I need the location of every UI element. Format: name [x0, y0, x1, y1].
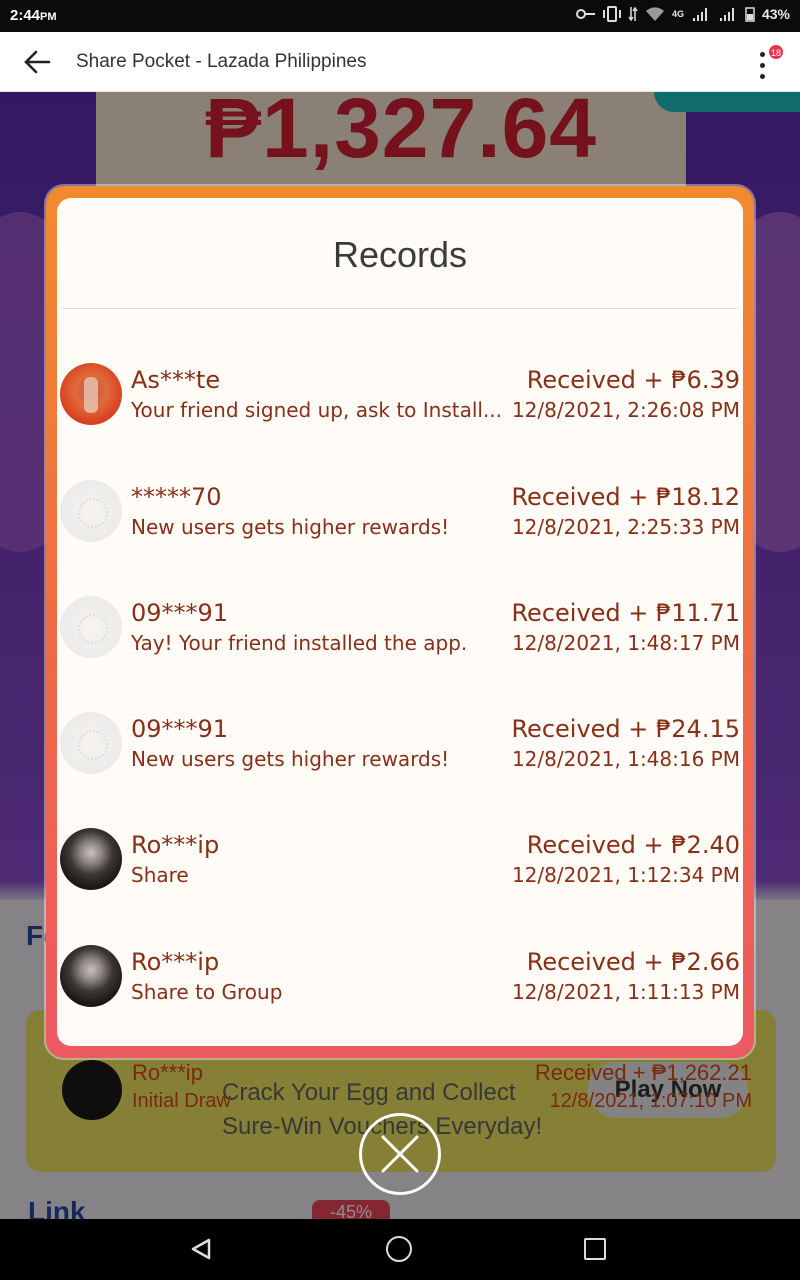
record-item: As***te Your friend signed up, ask to In… [60, 363, 740, 435]
wifi-icon [645, 7, 664, 21]
record-subtitle: Your friend signed up, ask to Install... [131, 398, 503, 422]
avatar [60, 945, 122, 1007]
avatar [60, 363, 122, 425]
status-bar: 2:44PM 4G 43% [0, 0, 800, 32]
signal-icon [692, 8, 707, 21]
record-time: 12/8/2021, 1:48:17 PM [511, 631, 740, 655]
records-modal: Records As***te Your friend signed up, a… [57, 198, 743, 1046]
record-item: 09***91 Yay! Your friend installed the a… [60, 596, 740, 668]
vibrate-icon [602, 6, 621, 22]
back-arrow-icon[interactable] [22, 48, 52, 76]
record-amount: Received + ₱2.40 [526, 831, 740, 859]
record-item: Ro***ip Share Received + ₱2.40 12/8/2021… [60, 828, 740, 900]
record-subtitle: New users gets higher rewards! [131, 515, 450, 539]
modal-divider [62, 308, 738, 309]
record-item: *****70 New users gets higher rewards! R… [60, 480, 740, 552]
battery-icon [745, 7, 755, 22]
record-amount: Received + ₱6.39 [526, 366, 740, 394]
record-name: *****70 [131, 483, 222, 511]
battery-percent: 43% [761, 6, 790, 22]
record-time: 12/8/2021, 1:11:13 PM [511, 980, 740, 1004]
avatar [60, 480, 122, 542]
status-icons: 4G 43% [575, 6, 790, 22]
record-time: 12/8/2021, 1:48:16 PM [511, 747, 740, 771]
record-amount: Received + ₱11.71 [511, 599, 740, 627]
record-name: 09***91 [131, 599, 229, 627]
record-subtitle: Share to Group [131, 980, 283, 1004]
record-name: Ro***ip [131, 948, 220, 976]
record-item: 09***91 New users gets higher rewards! R… [60, 712, 740, 784]
record-subtitle: Share [131, 863, 189, 887]
modal-title: Records [332, 234, 468, 275]
avatar [60, 828, 122, 890]
nav-back-icon[interactable] [189, 1237, 213, 1261]
record-name: As***te [131, 366, 221, 394]
status-time-suffix: PM [40, 11, 57, 23]
record-item: Ro***ip Share to Group Received + ₱2.66 … [60, 945, 740, 1017]
status-time: 2:44PM [10, 7, 57, 24]
avatar [60, 596, 122, 658]
system-nav-bar [0, 1219, 800, 1280]
vpn-key-icon [575, 9, 595, 19]
record-name: Ro***ip [131, 831, 220, 859]
nav-home-icon[interactable] [386, 1236, 412, 1262]
network-type: 4G [671, 9, 684, 19]
record-time: 12/8/2021, 2:25:33 PM [511, 515, 740, 539]
record-amount: Received + ₱18.12 [511, 483, 740, 511]
record-time: 12/8/2021, 1:12:34 PM [511, 863, 740, 887]
record-amount: Received + ₱2.66 [526, 948, 740, 976]
status-time-value: 2:44 [10, 7, 41, 24]
app-bar: Share Pocket - Lazada Philippines 18 [0, 32, 800, 92]
close-icon [381, 1135, 419, 1173]
avatar [60, 712, 122, 774]
record-subtitle: Yay! Your friend installed the app. [131, 631, 468, 655]
page-title: Share Pocket - Lazada Philippines [76, 51, 367, 72]
record-name: 09***91 [131, 715, 229, 743]
record-amount: Received + ₱24.15 [511, 715, 740, 743]
notification-badge: 18 [768, 44, 784, 60]
record-time: 12/8/2021, 2:26:08 PM [511, 398, 740, 422]
data-arrows-icon [628, 6, 638, 22]
signal-2-icon [719, 8, 734, 21]
record-subtitle: New users gets higher rewards! [131, 747, 450, 771]
close-modal-button[interactable] [359, 1113, 441, 1195]
nav-recents-icon[interactable] [584, 1238, 606, 1260]
